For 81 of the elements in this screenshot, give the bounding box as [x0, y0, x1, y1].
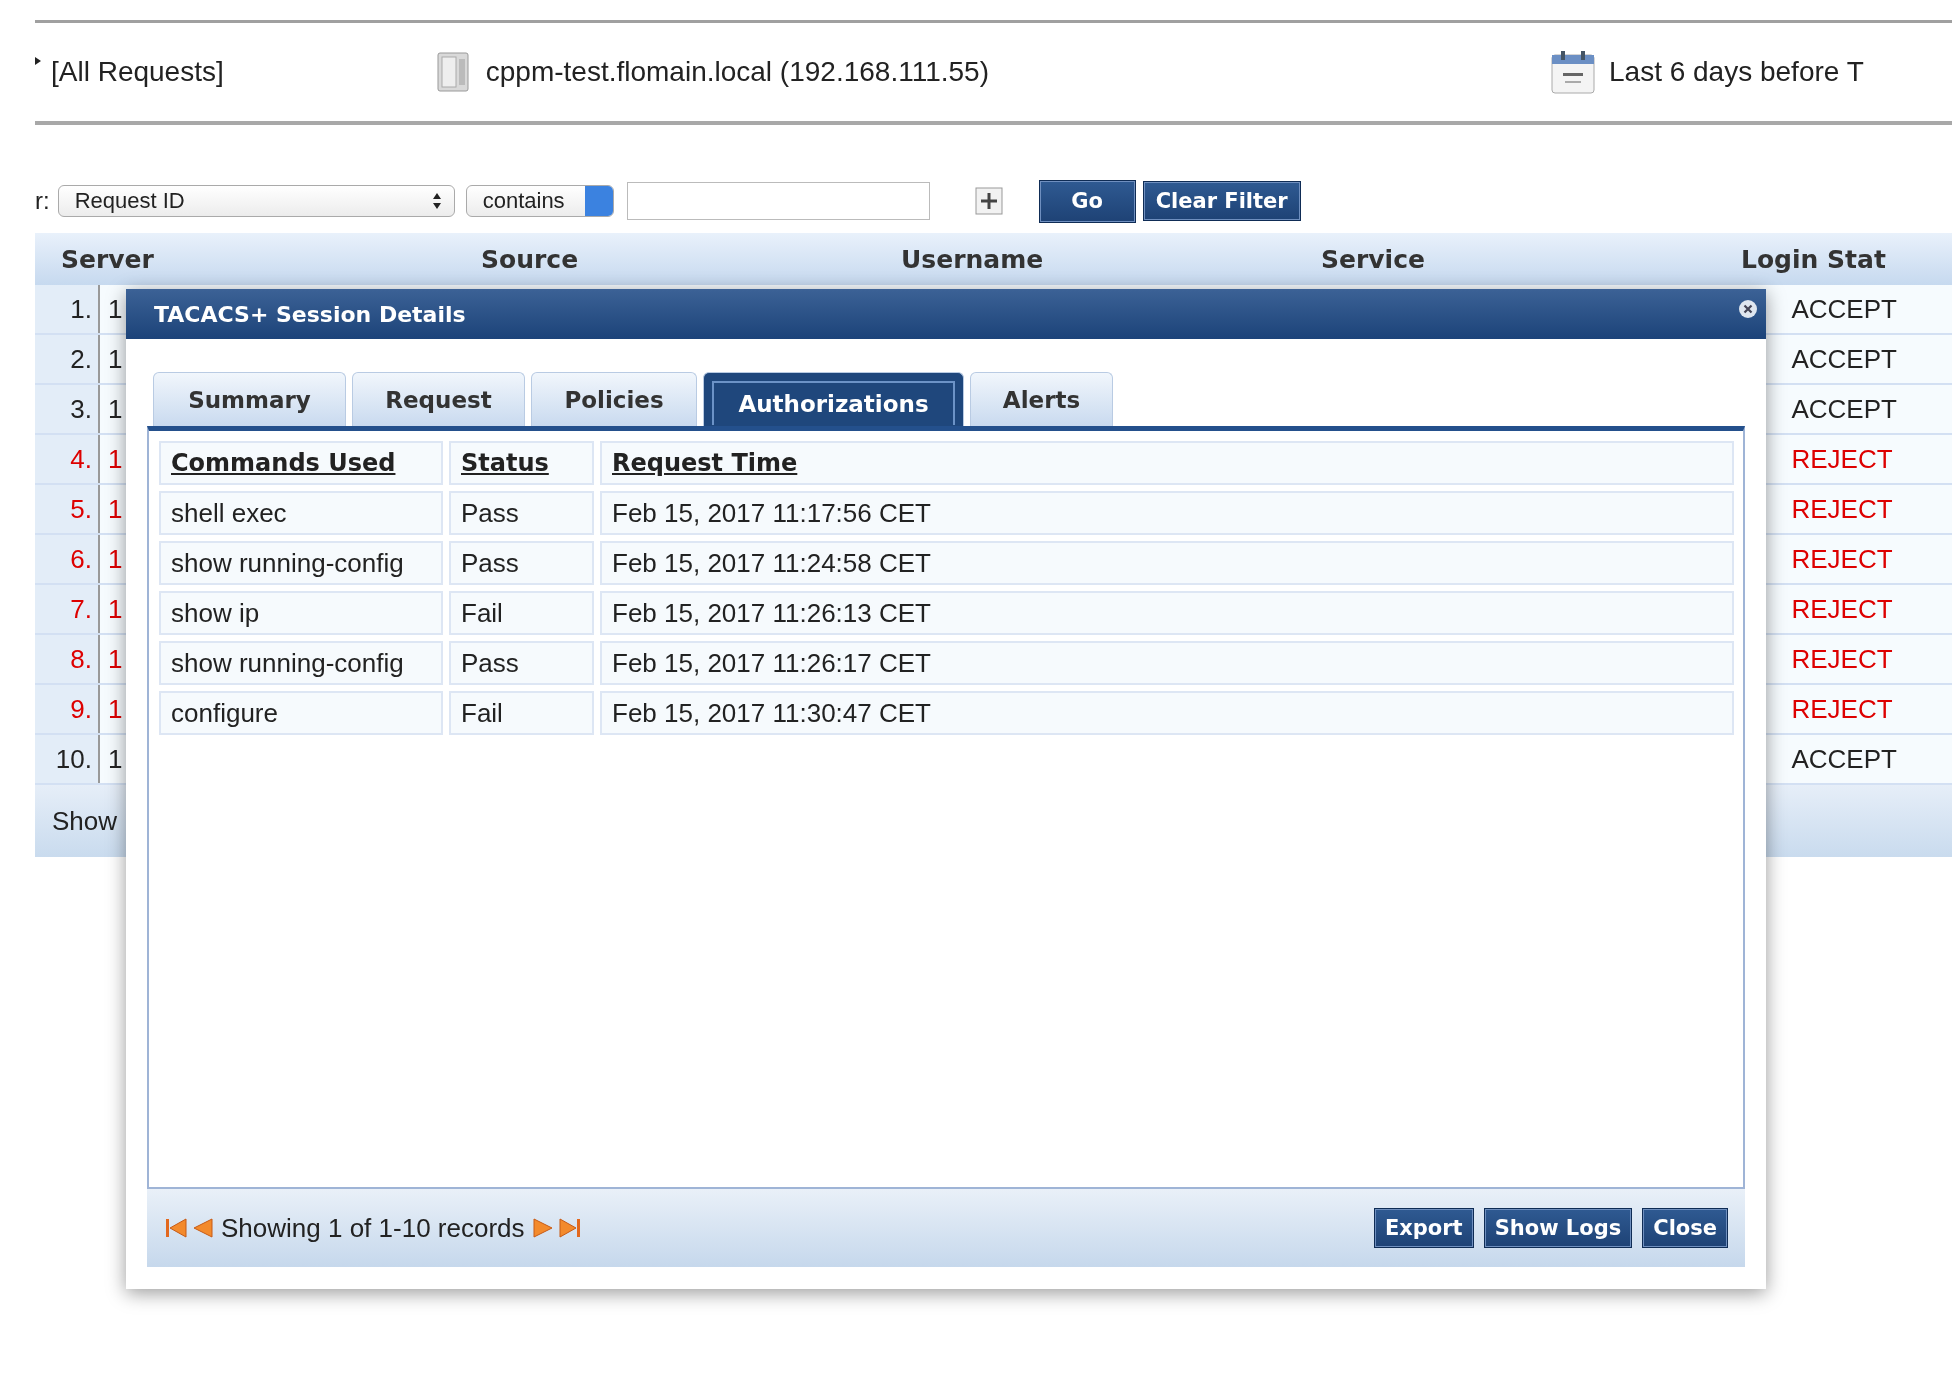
table-cell: show ip [159, 591, 443, 635]
status-cell-text: REJECT [1790, 693, 1893, 725]
operator-dropdown[interactable]: contains [465, 185, 614, 217]
status-cell-text: REJECT [1790, 643, 1893, 675]
filter-button[interactable]: Clear Filter [1142, 181, 1301, 221]
table-cell-text: 1 [107, 343, 123, 375]
column-header: Username [901, 244, 1044, 274]
tab[interactable]: Summary [153, 372, 346, 426]
table-cell: Feb 15, 2017 11:26:13 CET [600, 591, 1734, 635]
row-number: 10. [35, 735, 100, 783]
status-cell-text: REJECT [1790, 443, 1893, 475]
tab[interactable]: Authorizations [703, 372, 964, 426]
server-label: cppm-test.flomain.local (192.168.111.55) [485, 56, 989, 88]
status-cell-text: ACCEPT [1790, 343, 1897, 375]
tab[interactable]: Policies [531, 372, 697, 426]
table-cell: Feb 15, 2017 11:17:56 CET [600, 491, 1734, 535]
row-number: 6. [35, 535, 100, 583]
table-cell: Feb 15, 2017 11:30:47 CET [600, 691, 1734, 735]
pager-text: Showing 1 of 1-10 records [221, 1212, 525, 1244]
column-header: Source [481, 244, 579, 274]
add-icon[interactable] [974, 187, 1003, 215]
table-cell: Fail [449, 691, 594, 735]
row-number: 7. [35, 585, 100, 633]
close-icon[interactable] [1738, 299, 1758, 319]
table-cell-text: 1 [107, 443, 123, 475]
table-cell-text: 1 [107, 543, 123, 575]
table-cell-text: 1 [107, 693, 123, 725]
table-cell: Feb 15, 2017 11:26:17 CET [600, 641, 1734, 685]
status-cell-text: ACCEPT [1790, 393, 1897, 425]
column-header[interactable]: Status [449, 441, 594, 485]
next-page-icon[interactable] [532, 1217, 553, 1239]
row-number: 4. [35, 435, 100, 483]
field-dropdown[interactable]: Request ID [57, 185, 455, 217]
tab[interactable]: Alerts [970, 372, 1113, 426]
column-header: Service [1321, 244, 1425, 274]
dialog-title-bar: TACACS+ Session Details [126, 289, 1766, 339]
table-cell-text: 1 [107, 293, 123, 325]
table-cell: Pass [449, 491, 594, 535]
first-page-icon[interactable] [165, 1217, 187, 1239]
table-cell: show running-config [159, 641, 443, 685]
table-cell: Feb 15, 2017 11:24:58 CET [600, 541, 1734, 585]
last-page-icon[interactable] [558, 1217, 581, 1239]
status-cell-text: ACCEPT [1790, 743, 1897, 775]
row-number: 9. [35, 685, 100, 733]
table-cell: Pass [449, 641, 594, 685]
table-cell-text: 1 [107, 643, 123, 675]
column-header[interactable]: Commands Used [159, 441, 443, 485]
dialog-button[interactable]: Close [1642, 1208, 1728, 1248]
up-down-arrows-icon [431, 192, 442, 210]
row-number: 8. [35, 635, 100, 683]
table-cell: Fail [449, 591, 594, 635]
row-number: 2. [35, 335, 100, 383]
filter-value-field[interactable] [626, 182, 930, 220]
status-cell-text: REJECT [1790, 493, 1893, 525]
column-header: Login Stat [1741, 244, 1886, 274]
caret-icon [35, 57, 41, 65]
table-cell: show running-config [159, 541, 443, 585]
status-cell-text: ACCEPT [1790, 293, 1897, 325]
row-number: 5. [35, 485, 100, 533]
row-number: 1. [35, 285, 100, 333]
tab[interactable]: Request [352, 372, 525, 426]
previous-page-icon[interactable] [193, 1217, 213, 1239]
scope-label: [All Requests] [51, 56, 224, 88]
calendar-icon [1549, 49, 1597, 95]
dialog-button[interactable]: Export [1373, 1208, 1474, 1248]
column-header[interactable]: Request Time [600, 441, 1734, 485]
table-cell-text: 1 [107, 593, 123, 625]
status-cell-text: REJECT [1790, 593, 1893, 625]
table-cell: shell exec [159, 491, 443, 535]
row-number: 3. [35, 385, 100, 433]
table-cell: Pass [449, 541, 594, 585]
filter-label: r: [35, 187, 50, 215]
status-cell-text: REJECT [1790, 543, 1893, 575]
dialog-button[interactable]: Show Logs [1483, 1208, 1633, 1248]
table-cell: configure [159, 691, 443, 735]
table-cell-text: 1 [107, 393, 123, 425]
table-cell-text: 1 [107, 743, 123, 775]
date-range-label: Last 6 days before T [1609, 56, 1864, 88]
table-cell-text: 1 [107, 493, 123, 525]
column-header: Server [61, 244, 154, 274]
filter-button[interactable]: Go [1038, 179, 1136, 223]
